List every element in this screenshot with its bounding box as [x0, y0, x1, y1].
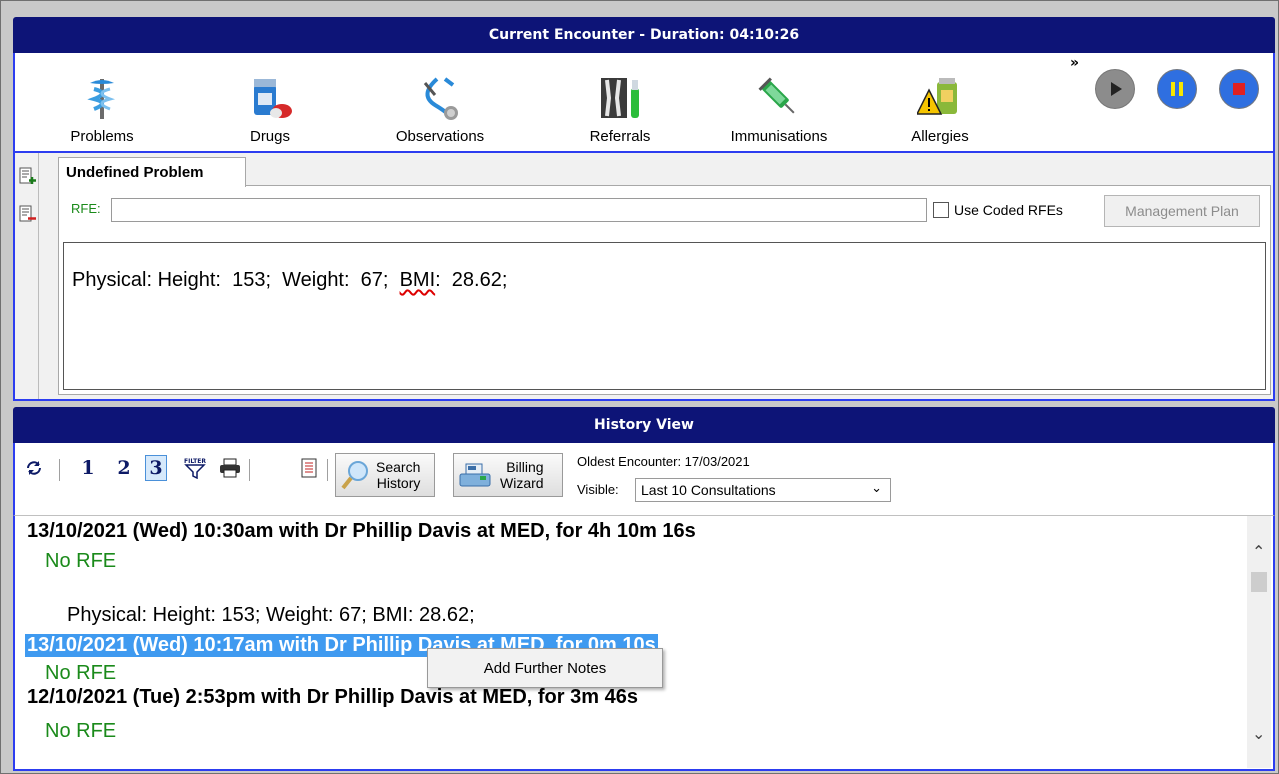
visible-label: Visible: [577, 482, 619, 497]
notes-page-icon[interactable] [301, 458, 317, 482]
toolbar-separator [327, 459, 328, 481]
toolbar-allergies-button[interactable]: Allergies [895, 57, 985, 145]
history-title-bar: History View [13, 407, 1275, 443]
toolbar-drugs-label: Drugs [249, 128, 290, 145]
toolbar-problems-button[interactable]: Problems [57, 57, 147, 145]
chevron-up-icon[interactable]: ⌃ [1252, 542, 1265, 561]
use-coded-rfes-label: Use Coded RFEs [954, 202, 1063, 218]
remove-problem-icon[interactable] [19, 205, 36, 223]
history-entry-body: Physical: Height: 153; Weight: 67; BMI: … [67, 604, 475, 626]
play-icon [1111, 82, 1122, 96]
play-button[interactable] [1093, 67, 1137, 111]
use-coded-rfes-option[interactable]: Use Coded RFEs [933, 202, 1063, 218]
filter-icon[interactable]: FILTER [183, 457, 207, 483]
history-view: 13/10/2021 (Wed) 10:30am with Dr Phillip… [13, 515, 1275, 771]
tab-undefined-problem[interactable]: Undefined Problem [58, 157, 246, 187]
toolbar-separator [249, 459, 250, 481]
xray-referral-icon [594, 74, 646, 122]
stop-icon [1233, 83, 1245, 95]
chevron-down-icon[interactable]: ⌄ [1252, 724, 1265, 743]
encounter-title-bar: Current Encounter - Duration: 04:10:26 [13, 17, 1275, 53]
billing-wizard-button[interactable]: Billing Wizard [453, 453, 563, 497]
use-coded-rfes-checkbox[interactable] [933, 202, 949, 218]
search-history-button[interactable]: Search History [335, 453, 435, 497]
management-plan-button[interactable]: Management Plan [1104, 195, 1260, 227]
toolbar-observations-label: Observations [395, 128, 485, 145]
search-history-label-1: Search [376, 459, 421, 475]
rfe-input[interactable] [111, 198, 927, 222]
print-icon[interactable] [219, 458, 241, 482]
history-page-2-button[interactable]: 2 [113, 455, 135, 481]
problem-panel: Undefined Problem RFE: Use Coded RFEs Ma… [13, 153, 1275, 401]
refresh-icon[interactable] [25, 459, 43, 481]
toolbar-separator [59, 459, 60, 481]
visible-range-value: Last 10 Consultations [641, 482, 776, 498]
pause-icon [1171, 82, 1183, 96]
toolbar-problems-label: Problems [70, 128, 134, 145]
cash-register-icon [459, 463, 491, 487]
problem-side-strip [15, 153, 39, 399]
clinical-toolbar: Problems Drugs Observations Referrals Im… [13, 53, 1275, 153]
toolbar-overflow-button[interactable]: » [1070, 55, 1079, 71]
magnifier-icon [341, 461, 368, 490]
rfe-label: RFE: [71, 201, 101, 216]
toolbar-immunisations-button[interactable]: Immunisations [713, 57, 845, 145]
note-text-prefix: Physical: Height: 153; Weight: 67; [72, 269, 400, 291]
encounter-title: Current Encounter - Duration: 04:10:26 [488, 27, 800, 43]
svg-text:FILTER: FILTER [184, 458, 206, 465]
pause-button[interactable] [1155, 67, 1199, 111]
medicine-bottle-icon [244, 74, 296, 122]
search-history-label-2: History [376, 475, 421, 491]
add-problem-icon[interactable] [19, 167, 36, 185]
caduceus-icon [76, 74, 128, 122]
history-scrollbar[interactable]: ⌃ ⌄ [1247, 516, 1271, 768]
toolbar-referrals-label: Referrals [589, 128, 651, 145]
history-page-1-button[interactable]: 1 [77, 455, 99, 481]
syringe-icon [753, 74, 805, 122]
toolbar-allergies-label: Allergies [911, 128, 969, 145]
encounter-window: Current Encounter - Duration: 04:10:26 P… [0, 0, 1279, 774]
history-entry-header[interactable]: 13/10/2021 (Wed) 10:30am with Dr Phillip… [27, 520, 696, 543]
note-spellcheck-word: BMI [399, 269, 436, 291]
toolbar-observations-button[interactable]: Observations [375, 57, 505, 145]
billing-wizard-label-2: Wizard [500, 475, 544, 491]
problem-notes-editor[interactable]: Physical: Height: 153; Weight: 67; BMI: … [63, 242, 1266, 390]
management-plan-label: Management Plan [1125, 203, 1239, 219]
history-entry-rfe: No RFE [45, 720, 117, 742]
history-entry-rfe: No RFE [45, 662, 117, 684]
toolbar-referrals-button[interactable]: Referrals [575, 57, 665, 145]
stethoscope-icon [414, 74, 466, 122]
problem-tab-body: RFE: Use Coded RFEs Management Plan Phys… [58, 185, 1271, 395]
oldest-encounter-label: Oldest Encounter: 17/03/2021 [577, 454, 750, 469]
history-toolbar: 1 2 3 FILTER Search History Billing Wizard… [13, 443, 1275, 515]
stop-button[interactable] [1217, 67, 1261, 111]
tab-label: Undefined Problem [66, 164, 204, 181]
note-text-suffix: : 28.62; [435, 269, 508, 291]
history-page-3-button[interactable]: 3 [145, 455, 167, 481]
context-menu: Add Further Notes [427, 648, 663, 688]
toolbar-drugs-button[interactable]: Drugs [225, 57, 315, 145]
context-menu-add-further-notes[interactable]: Add Further Notes [484, 660, 607, 677]
allergy-warning-icon [914, 74, 966, 122]
chevron-down-icon: ⌄ [871, 480, 882, 495]
scrollbar-thumb[interactable] [1251, 572, 1267, 592]
history-entry-rfe: No RFE [45, 550, 117, 572]
history-list[interactable]: 13/10/2021 (Wed) 10:30am with Dr Phillip… [19, 516, 1239, 768]
history-entry-header[interactable]: 12/10/2021 (Tue) 2:53pm with Dr Phillip … [27, 686, 638, 709]
billing-wizard-label-1: Billing [506, 459, 544, 475]
visible-range-select[interactable]: Last 10 Consultations ⌄ [635, 478, 891, 502]
toolbar-immunisations-label: Immunisations [730, 128, 828, 145]
history-title: History View [594, 417, 694, 433]
